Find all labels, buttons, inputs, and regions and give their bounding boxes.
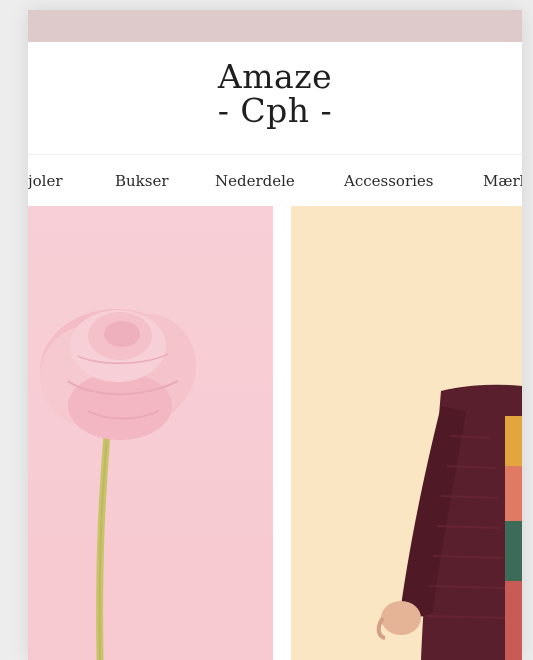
device-frame: Amaze - Cph - joler Bukser Nederdele Acc… — [28, 10, 522, 660]
nav-item-maerker[interactable]: Mærk — [483, 172, 522, 190]
brand-logo[interactable]: Amaze - Cph - — [28, 60, 522, 128]
person-in-cardigan-photo — [376, 384, 522, 660]
nav-item-kjoler[interactable]: joler — [28, 172, 63, 190]
tile-flower[interactable] — [28, 206, 273, 660]
category-tiles — [28, 206, 522, 660]
brand-logo-line1: Amaze — [217, 57, 333, 96]
tile-fashion[interactable] — [291, 206, 522, 660]
nav-item-bukser[interactable]: Bukser — [115, 172, 169, 190]
nav-item-accessories[interactable]: Accessories — [344, 172, 433, 190]
brand-logo-line2: - Cph - — [217, 91, 333, 130]
nav-item-nederdele[interactable]: Nederdele — [215, 172, 295, 190]
category-nav: joler Bukser Nederdele Accessories Mærk — [28, 155, 522, 205]
site-header: Amaze - Cph - — [28, 42, 522, 155]
announcement-bar — [28, 10, 522, 42]
pink-flower-photo — [40, 309, 196, 660]
